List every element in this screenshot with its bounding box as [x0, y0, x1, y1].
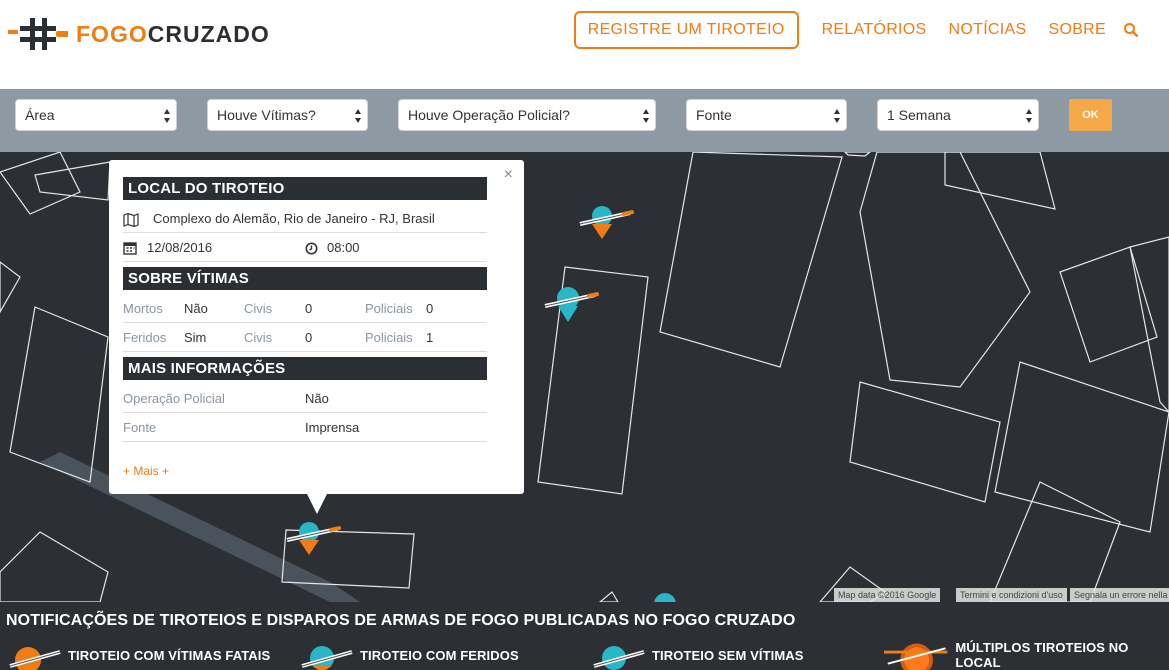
legend: NOTIFICAÇÕES DE TIROTEIOS E DISPAROS DE …: [0, 602, 1169, 670]
area-select-value: Área: [25, 107, 55, 123]
map-terms-link[interactable]: Termini e condizioni d'uso: [956, 588, 1067, 602]
police-operation-select[interactable]: Houve Operação Policial?: [398, 99, 656, 131]
fatal-victims-marker-icon: [9, 647, 61, 670]
nav-about[interactable]: SOBRE: [1037, 11, 1117, 49]
dead-civilians-label: Civis: [244, 301, 273, 316]
injured-police-value: 1: [426, 330, 434, 345]
date-text: 12/08/2016: [147, 240, 213, 255]
marker-partial-icon[interactable]: [652, 592, 678, 602]
calendar-icon: [123, 242, 137, 255]
source-row: Fonte Imprensa: [123, 413, 487, 442]
more-link[interactable]: + Mais +: [123, 464, 169, 478]
dead-label: Mortos: [123, 301, 163, 316]
nav-news[interactable]: NOTÍCIAS: [938, 11, 1038, 49]
legend-item-injured: TIROTEIO COM FERIDOS: [300, 640, 519, 670]
map-report-error-link[interactable]: Segnala un errore nella mappa: [1070, 588, 1169, 602]
datetime-row: 12/08/2016 08:00: [123, 233, 487, 262]
area-select[interactable]: Área: [15, 99, 177, 131]
address-text: Complexo do Alemão, Rio de Janeiro - RJ,…: [153, 211, 435, 226]
section-location-title: LOCAL DO TIROTEIO: [123, 177, 487, 200]
select-arrows-icon: [643, 109, 649, 123]
dead-police-value: 0: [426, 301, 434, 316]
section-more-info-title: MAIS INFORMAÇÕES: [123, 357, 487, 380]
logo-text: FOGOCRUZADO: [76, 21, 270, 48]
legend-label-fatal: TIROTEIO COM VÍTIMAS FATAIS: [68, 647, 271, 663]
legend-item-multiple: MÚLTIPLOS TIROTEIOS NO LOCAL: [882, 640, 1169, 670]
police-operation-label: Operação Policial: [123, 391, 225, 406]
legend-item-fatal: TIROTEIO COM VÍTIMAS FATAIS: [8, 640, 270, 670]
logo-text-cruzado: CRUZADO: [147, 20, 270, 47]
logo-text-fogo: FOGO: [76, 20, 148, 47]
ok-button[interactable]: OK: [1069, 99, 1112, 131]
select-arrows-icon: [1026, 109, 1032, 123]
dead-value: Não: [184, 301, 208, 316]
logo-hash-icon: [8, 18, 68, 50]
select-arrows-icon: [355, 109, 361, 123]
site-header: FOGOCRUZADO REGISTRE UM TIROTEIO RELATÓR…: [0, 0, 1169, 89]
location-row: Complexo do Alemão, Rio de Janeiro - RJ,…: [123, 204, 487, 233]
select-arrows-icon: [164, 109, 170, 123]
marker-injured-icon[interactable]: [578, 202, 638, 242]
period-select[interactable]: 1 Semana: [877, 99, 1039, 131]
legend-label-no-victims: TIROTEIO SEM VÍTIMAS: [652, 647, 804, 663]
marker-no-victims-icon[interactable]: [543, 284, 603, 324]
clock-icon: [305, 242, 318, 255]
police-operation-select-value: Houve Operação Policial?: [408, 107, 570, 123]
time-text: 08:00: [327, 240, 360, 255]
legend-label-multiple: MÚLTIPLOS TIROTEIOS NO LOCAL: [955, 640, 1129, 670]
no-victims-marker-icon: [593, 646, 645, 670]
dead-police-label: Policiais: [365, 301, 413, 316]
main-nav: REGISTRE UM TIROTEIO RELATÓRIOS NOTÍCIAS…: [573, 11, 1139, 49]
injured-civilians-value: 0: [305, 330, 313, 345]
legend-title: NOTIFICAÇÕES DE TIROTEIOS E DISPAROS DE …: [6, 612, 796, 629]
injured-value: Sim: [184, 330, 207, 345]
police-operation-value: Não: [305, 391, 329, 406]
legend-item-no-victims: TIROTEIO SEM VÍTIMAS: [592, 640, 804, 670]
section-victims-title: SOBRE VÍTIMAS: [123, 267, 487, 290]
source-select[interactable]: Fonte: [686, 99, 847, 131]
injured-label: Feridos: [123, 330, 167, 345]
nav-reports[interactable]: RELATÓRIOS: [811, 11, 938, 49]
victims-injured-row: Feridos Sim Civis 0 Policiais 1: [123, 323, 487, 352]
source-select-value: Fonte: [696, 107, 732, 123]
injured-civilians-label: Civis: [244, 330, 273, 345]
register-shooting-button[interactable]: REGISTRE UM TIROTEIO: [573, 11, 799, 49]
logo[interactable]: FOGOCRUZADO: [8, 16, 270, 52]
select-arrows-icon: [834, 109, 840, 123]
victims-dead-row: Mortos Não Civis 0 Policiais 0: [123, 294, 487, 323]
legend-label-injured: TIROTEIO COM FERIDOS: [360, 647, 519, 663]
popup-tail: [307, 494, 327, 514]
police-operation-row: Operação Policial Não: [123, 384, 487, 413]
filter-bar: Área Houve Vítimas? Houve Operação Polic…: [0, 89, 1169, 152]
shooting-info-popup: × LOCAL DO TIROTEIO Complexo do Alemão, …: [109, 160, 524, 514]
victims-select[interactable]: Houve Vítimas?: [207, 99, 368, 131]
multiple-shootings-marker-icon: [883, 643, 948, 670]
injured-police-label: Policiais: [365, 330, 413, 345]
source-value: Imprensa: [305, 420, 360, 435]
dead-civilians-value: 0: [305, 301, 313, 316]
injured-marker-icon: [301, 646, 353, 670]
source-label: Fonte: [123, 420, 157, 435]
map-icon: [123, 213, 139, 227]
period-select-value: 1 Semana: [887, 107, 951, 123]
search-icon[interactable]: [1123, 22, 1139, 38]
victims-select-value: Houve Vítimas?: [217, 107, 316, 123]
marker-injured-selected-icon[interactable]: [285, 518, 345, 558]
map-data-credit: Map data ©2016 Google: [834, 588, 941, 602]
close-icon[interactable]: ×: [504, 166, 513, 184]
